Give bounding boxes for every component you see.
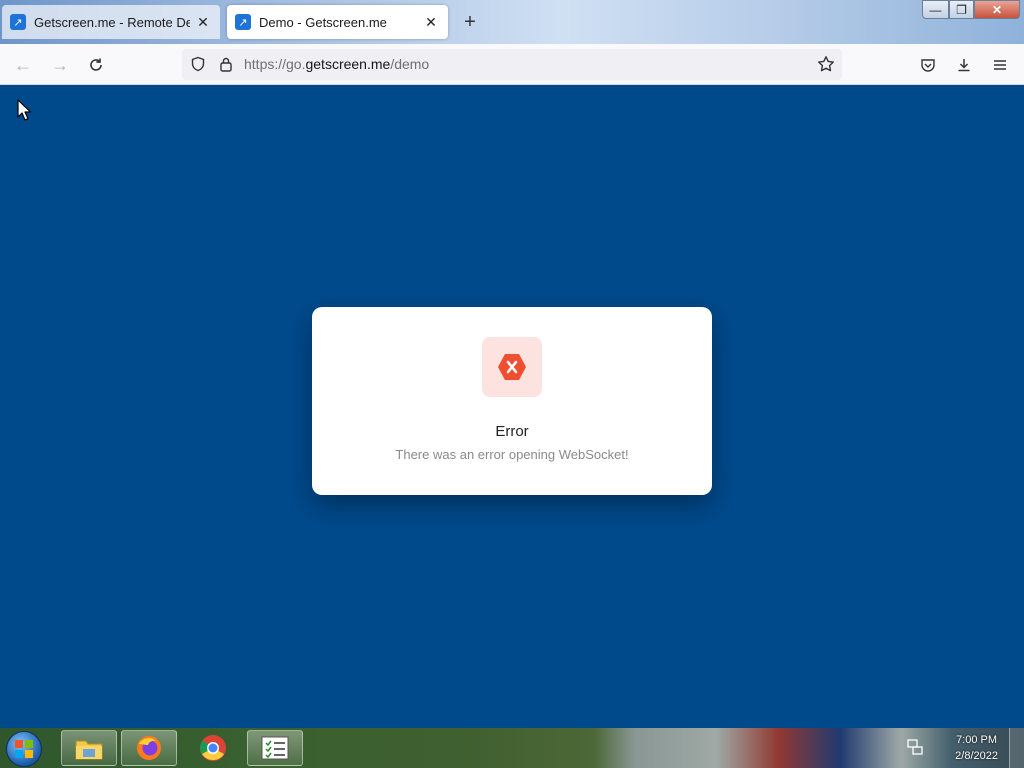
show-desktop-button[interactable] — [1009, 728, 1024, 768]
restore-button[interactable]: ❐ — [949, 0, 974, 19]
shield-icon[interactable] — [188, 54, 208, 74]
error-message: There was an error opening WebSocket! — [395, 447, 629, 462]
windows-explorer-icon — [75, 740, 103, 760]
reload-icon[interactable] — [83, 52, 109, 78]
menu-hamburger-icon-svg — [994, 60, 1006, 70]
getscreen-favicon-icon: ↗ — [235, 14, 251, 30]
downloads-icon[interactable] — [951, 52, 977, 78]
firefox-icon — [137, 736, 161, 760]
browser-tab-strip: ↗ Getscreen.me - Remote Desktop ✕ ↗ Demo… — [0, 0, 1024, 44]
pocket-icon-svg — [921, 59, 935, 72]
windows-logo-icon — [15, 740, 33, 758]
getscreen-favicon-icon: ↗ — [10, 14, 26, 30]
bookmark-star-icon[interactable] — [816, 54, 836, 74]
task-list-icon — [261, 736, 289, 760]
url-path: /demo — [390, 56, 430, 72]
back-arrow-icon[interactable]: ← — [10, 52, 36, 78]
window-controls: — ❐ ✕ — [922, 0, 1020, 19]
lock-icon-svg — [220, 57, 232, 72]
taskbar-chrome[interactable] — [185, 730, 241, 766]
system-clock[interactable]: 7:00 PM 2/8/2022 — [955, 732, 998, 764]
page-content: Error There was an error opening WebSock… — [0, 85, 1024, 728]
clock-date: 2/8/2022 — [955, 750, 998, 762]
error-dialog: Error There was an error opening WebSock… — [312, 307, 712, 495]
tab-title: Getscreen.me - Remote Desktop — [34, 14, 190, 30]
close-window-button[interactable]: ✕ — [974, 0, 1020, 19]
clock-time: 7:00 PM — [956, 734, 998, 746]
reload-icon-svg — [90, 58, 102, 71]
forward-arrow-icon[interactable]: → — [47, 52, 73, 78]
tab-title: Demo - Getscreen.me — [259, 14, 387, 30]
pocket-icon[interactable] — [915, 52, 941, 78]
minimize-button[interactable]: — — [922, 0, 949, 19]
mouse-pointer-icon — [17, 99, 31, 121]
taskbar-task-list[interactable] — [247, 730, 303, 766]
system-tray: 7:00 PM 2/8/2022 — [894, 728, 1024, 768]
downloads-icon-svg — [958, 59, 970, 72]
address-bar[interactable]: https://go.getscreen.me/demo — [182, 49, 842, 80]
error-title: Error — [495, 423, 529, 440]
navigation-toolbar: ← → https://go.getscreen.me/demo — [0, 44, 1024, 85]
windows-taskbar: 7:00 PM 2/8/2022 — [0, 728, 1024, 768]
tab-getscreen-remote-desktop[interactable]: ↗ Getscreen.me - Remote Desktop ✕ — [2, 5, 220, 39]
error-badge — [482, 337, 542, 397]
tab-close-icon[interactable]: ✕ — [194, 13, 212, 31]
menu-hamburger-icon[interactable] — [987, 52, 1013, 78]
taskbar-firefox[interactable] — [121, 730, 177, 766]
chrome-icon — [200, 735, 226, 761]
url-text[interactable]: https://go.getscreen.me/demo — [244, 56, 429, 72]
url-prefix: https://go. — [244, 56, 306, 72]
taskbar-explorer[interactable] — [61, 730, 117, 766]
url-host: getscreen.me — [305, 56, 391, 72]
lock-icon[interactable] — [216, 54, 236, 74]
new-tab-button[interactable]: + — [458, 10, 482, 34]
shield-icon-svg — [191, 56, 205, 72]
tab-close-icon[interactable]: ✕ — [422, 13, 440, 31]
start-button[interactable] — [6, 731, 42, 767]
network-icon[interactable] — [906, 738, 924, 756]
error-hexagon-icon — [498, 354, 526, 380]
tab-demo-getscreen[interactable]: ↗ Demo - Getscreen.me ✕ — [227, 5, 448, 39]
bookmark-star-icon-svg — [818, 56, 834, 72]
